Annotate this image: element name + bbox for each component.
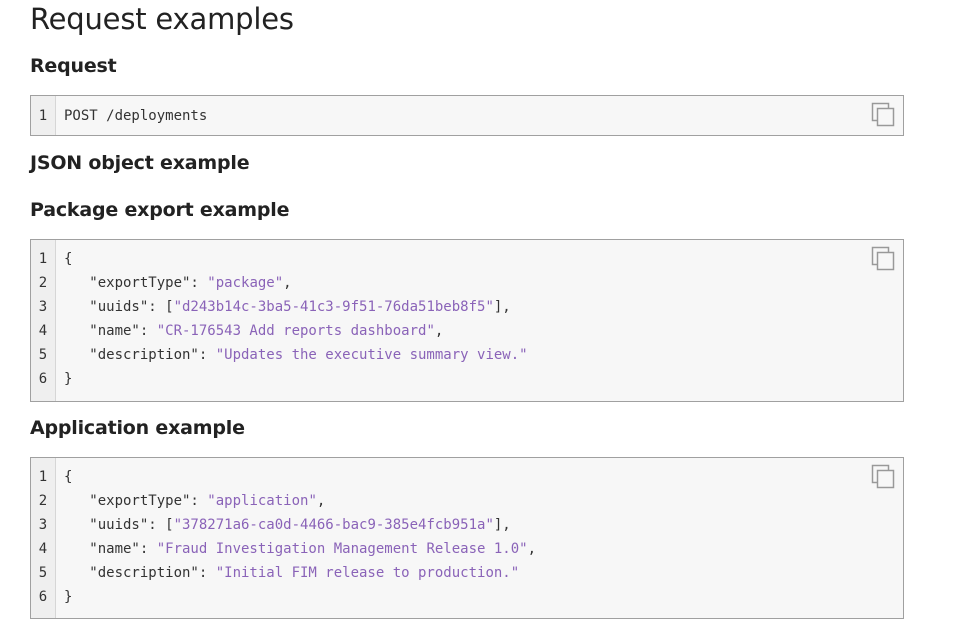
application-heading: Application example [30,417,245,439]
line-number: 3 [38,517,48,533]
copy-button[interactable] [871,464,895,490]
string-literal: "Initial FIM release to production." [215,565,520,581]
string-literal: "Updates the executive summary view." [215,347,528,363]
package-heading: Package export example [30,199,290,221]
application-code-block: 1 {2 "exportType": "application", 3 "uuids… [30,457,904,619]
code-text: "exportType": "package", [64,271,292,295]
line-number: 1 [38,108,48,124]
code-text: } [64,367,72,391]
request-code-block: 1 POST /deployments [30,95,904,136]
code-text: "description": "Updates the executive su… [64,343,528,367]
copy-button[interactable] [871,102,895,128]
string-literal: "Fraud Investigation Management Release … [156,541,528,557]
code-text: } [64,585,72,609]
code-text: "description": "Initial FIM release to p… [64,561,519,585]
code-token: } [64,589,73,605]
package-code-block: 1 {2 "exportType": "package", 3 "uuids": [… [30,239,904,402]
string-literal: "378271a6-ca0d-4466-bac9-385e4fcb951a" [173,517,494,533]
code-token: } [64,371,73,387]
code-token: "name": [64,541,157,557]
code-token: "exportType": [64,493,208,509]
code-token: ], [493,517,511,533]
code-text: { [64,465,72,489]
code-token: { [64,251,73,267]
line-number: 5 [38,565,48,581]
code-text: "uuids": ["378271a6-ca0d-4466-bac9-385e4… [64,513,511,537]
code-token: POST /deployments [64,108,208,124]
string-literal: "application" [207,493,317,509]
line-number: 1 [38,251,48,267]
json-example-heading: JSON object example [30,152,250,174]
copy-icon [871,102,895,127]
code-token: , [316,493,326,509]
code-text: "name": "CR-176543 Add reports dashboard… [64,319,443,343]
code-token: "exportType": [64,275,208,291]
code-token: , [527,541,537,557]
code-token: ], [493,299,511,315]
line-number: 6 [38,589,48,605]
code-token: "uuids": [ [64,299,174,315]
copy-button[interactable] [871,246,895,272]
code-token: { [64,469,73,485]
line-number: 4 [38,541,48,557]
code-text: "name": "Fraud Investigation Management … [64,537,536,561]
request-heading: Request [30,55,117,77]
code-text: POST /deployments [64,104,207,128]
line-number: 6 [38,371,48,387]
copy-icon [871,464,895,489]
string-literal: "d243b14c-3ba5-41c3-9f51-76da51beb8f5" [173,299,494,315]
code-text: { [64,247,72,271]
line-number: 4 [38,323,48,339]
code-token: "description": [64,565,216,581]
page-title: Request examples [30,2,294,36]
code-token: "uuids": [ [64,517,174,533]
code-token: "name": [64,323,157,339]
line-number: 3 [38,299,48,315]
string-literal: "CR-176543 Add reports dashboard" [156,323,435,339]
code-token: , [283,275,292,291]
line-number: 1 [38,469,48,485]
line-number: 2 [38,275,48,291]
code-text: "uuids": ["d243b14c-3ba5-41c3-9f51-76da5… [64,295,511,319]
string-literal: "package" [207,275,284,291]
code-text: "exportType": "application", [64,489,325,513]
code-token: , [434,323,444,339]
copy-icon [871,246,895,271]
code-token: "description": [64,347,216,363]
line-number: 5 [38,347,48,363]
line-number: 2 [38,493,48,509]
